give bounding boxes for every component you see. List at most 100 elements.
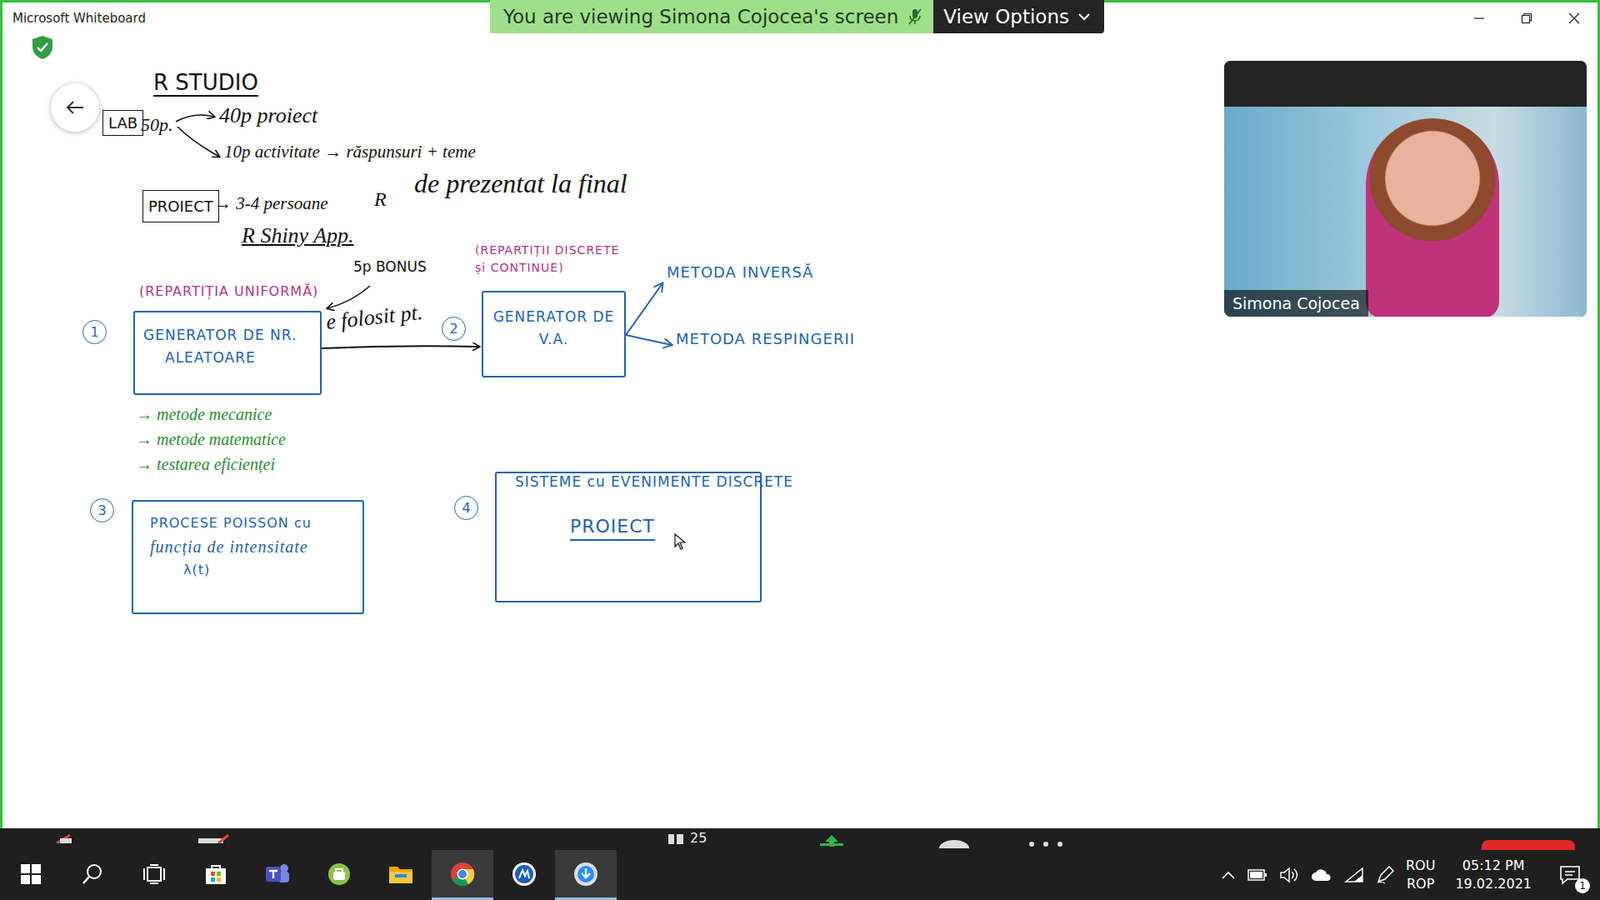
language-code: ROP (1406, 875, 1435, 894)
system-tray: ROUROP 05:12 PM19.02.2021 1 (1220, 850, 1600, 900)
window-title: Microsoft Whiteboard (2, 10, 146, 26)
participants-icon (666, 831, 685, 845)
chat-icon[interactable] (937, 838, 971, 849)
generator-note: → metode matematice (135, 428, 286, 450)
participants-count: 25 (690, 830, 707, 846)
distributions-note: (REPARTIȚII DISCRETEși CONTINUE) (475, 241, 620, 277)
taskbar-app[interactable] (308, 850, 370, 900)
whiteboard-icon (511, 861, 537, 887)
method-label: METODA INVERSĂ (666, 263, 814, 281)
store-icon (204, 862, 228, 886)
teams-icon (265, 862, 290, 886)
method-label: METODA RESPINGERII (675, 330, 855, 348)
restore-button[interactable] (1502, 2, 1550, 34)
folder-icon (388, 863, 414, 885)
cloud-icon[interactable] (1310, 868, 1333, 882)
video-tile[interactable]: Simona Cojocea (1224, 60, 1587, 317)
minimize-icon (1473, 12, 1485, 25)
video-frame: Simona Cojocea (1224, 106, 1587, 317)
date: 19.02.2021 (1455, 875, 1532, 894)
taskbar-app[interactable] (431, 850, 494, 900)
taskbar-app[interactable] (0, 850, 62, 900)
taskbar-app[interactable] (123, 850, 185, 900)
view-options-button[interactable]: View Options (933, 0, 1105, 34)
search-icon (81, 863, 104, 885)
note-line: (REPARTIȚII DISCRETE (475, 241, 620, 260)
share-screen-icon[interactable] (818, 833, 845, 847)
taskbar-app[interactable] (185, 850, 247, 900)
points-part: 40p proiect (219, 103, 318, 129)
bonus-note: 5p BONUS (353, 258, 427, 275)
back-button[interactable] (50, 83, 100, 132)
total-points: 50p. (140, 114, 174, 136)
restore-icon (1520, 12, 1533, 25)
video-icon[interactable] (196, 833, 230, 844)
diagram-box[interactable]: PROIECT (495, 471, 762, 603)
taskbar-app[interactable] (370, 850, 432, 900)
chevron-down-icon (1077, 12, 1091, 21)
diagram-box[interactable]: GENERATOR DEV.A. (481, 290, 626, 378)
project-language: R (374, 188, 387, 211)
volume-icon[interactable] (1279, 866, 1300, 884)
box-text: GENERATOR DE (490, 305, 618, 329)
taskbar-apps (0, 850, 617, 900)
taskbar-app[interactable] (246, 850, 309, 900)
project-note: de prezentat la final (414, 168, 628, 200)
banner-text: You are viewing Simona Cojocea's screen (490, 0, 904, 34)
box-text: λ(t) (150, 560, 346, 581)
system-title: SISTEME cu EVENIMENTE DISCRETE (515, 473, 794, 490)
time: 05:12 PM (1462, 856, 1525, 875)
arrow-left-icon (65, 99, 85, 116)
muted-mic-icon (903, 0, 934, 34)
note-line: și CONTINUE) (475, 259, 620, 277)
mic-icon[interactable] (55, 833, 77, 844)
step-number: 4 (454, 495, 479, 520)
input-language[interactable]: ROUROP (1405, 856, 1435, 895)
clock[interactable]: 05:12 PM19.02.2021 (1446, 856, 1540, 895)
notifications-button[interactable]: 1 (1551, 856, 1589, 894)
heading: R STUDIO (153, 70, 259, 95)
step-number: 3 (90, 498, 115, 523)
box-text: funcția de intensitate (150, 534, 346, 560)
language-code: ROU (1405, 856, 1435, 875)
lab-label: LAB (102, 110, 144, 136)
step-number: 2 (441, 316, 466, 341)
generator-note: → metode mecanice (135, 403, 286, 425)
generator-note: → testarea eficienței (135, 453, 286, 475)
close-icon (1568, 12, 1580, 25)
green-app-icon (327, 862, 351, 886)
diagram-box[interactable]: PROCESE POISSON cufuncția de intensitate… (131, 500, 365, 615)
mouse-cursor-icon (674, 533, 686, 550)
project-label: PROIECT (142, 190, 220, 223)
share-banner: You are viewing Simona Cojocea's screen V… (490, 0, 1105, 34)
project-app: R Shiny App. (241, 223, 355, 249)
uniform-note: (REPARTIȚIA UNIFORMĂ) (139, 283, 319, 300)
generator-notes: → metode mecanice → metode matematice → te… (135, 403, 286, 475)
wifi-icon[interactable] (1344, 866, 1365, 884)
close-button[interactable] (1550, 2, 1598, 34)
project-team: → 3-4 persoane (214, 193, 328, 215)
taskbar-app[interactable] (555, 850, 617, 900)
chevron-up-icon[interactable] (1220, 870, 1236, 880)
zoom-icon (573, 861, 599, 887)
box-text: ALEATOARE (143, 346, 312, 370)
task-view-icon (142, 863, 166, 885)
taskbar-app[interactable] (61, 850, 124, 900)
window-controls (1455, 2, 1598, 34)
diagram-box[interactable]: GENERATOR DE NR.ALEATOARE (133, 310, 322, 395)
pen-icon[interactable] (1375, 865, 1395, 885)
meeting-toolbar: 25 (0, 828, 1600, 850)
participants-button[interactable]: 25 (666, 830, 707, 846)
step-number: 1 (82, 320, 107, 345)
whiteboard-canvas[interactable]: R STUDIOLAB50p.40p proiect10p activitate… (0, 33, 1600, 829)
chrome-icon (450, 861, 475, 887)
box-text: GENERATOR DE NR. (143, 324, 312, 347)
windows-icon (20, 863, 42, 885)
video-header (1224, 60, 1587, 107)
taskbar-row: ROUROP 05:12 PM19.02.2021 1 (0, 850, 1600, 900)
more-icon[interactable] (1026, 840, 1065, 847)
taskbar-app[interactable] (493, 850, 555, 900)
battery-icon[interactable] (1247, 869, 1268, 881)
leave-button[interactable] (1481, 840, 1575, 850)
minimize-button[interactable] (1455, 2, 1503, 34)
